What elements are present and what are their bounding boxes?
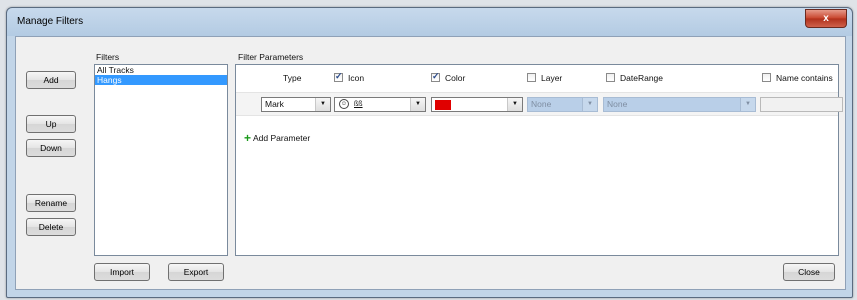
color-header: Color: [445, 73, 466, 83]
manage-filters-window: Manage Filters x Add Up Down Rename Dele…: [6, 7, 853, 298]
filter-item-all-tracks[interactable]: All Tracks: [95, 65, 227, 75]
layer-select-value: None: [531, 99, 552, 109]
chevron-down-icon[interactable]: ▼: [410, 98, 425, 111]
smiley-icon: ☺: [339, 99, 349, 109]
chevron-down-icon[interactable]: ▼: [315, 98, 330, 111]
rename-button[interactable]: Rename: [26, 194, 76, 212]
export-button[interactable]: Export: [168, 263, 224, 281]
title-bar[interactable]: Manage Filters x: [7, 8, 852, 35]
window-close-button[interactable]: x: [805, 9, 847, 28]
icon-select[interactable]: ☺ ßß ▼: [334, 97, 426, 112]
filter-parameters-label: Filter Parameters: [238, 52, 304, 62]
filters-label: Filters: [96, 52, 120, 62]
type-header: Type: [283, 73, 302, 83]
up-button[interactable]: Up: [26, 115, 76, 133]
date-range-checkbox[interactable]: [606, 73, 615, 82]
name-contains-checkbox[interactable]: [762, 73, 771, 82]
type-select[interactable]: Mark ▼: [261, 97, 331, 112]
type-select-value: Mark: [265, 99, 284, 109]
name-contains-header: Name contains: [776, 73, 833, 83]
icon-select-value: ßß: [354, 101, 363, 108]
close-button[interactable]: Close: [783, 263, 835, 281]
date-range-select-value: None: [607, 99, 628, 109]
window-title: Manage Filters: [17, 16, 84, 27]
dialog-body: Add Up Down Rename Delete Filters All Tr…: [15, 36, 846, 290]
layer-header: Layer: [541, 73, 563, 83]
delete-button[interactable]: Delete: [26, 218, 76, 236]
icon-header: Icon: [348, 73, 365, 83]
import-button[interactable]: Import: [94, 263, 150, 281]
icon-checkbox[interactable]: [334, 71, 343, 82]
plus-icon: +: [244, 131, 252, 145]
layer-checkbox[interactable]: [527, 73, 536, 82]
add-parameter-link[interactable]: + Add Parameter: [244, 131, 310, 145]
color-checkbox[interactable]: [431, 71, 440, 82]
filter-parameters-panel: Type Icon Color Layer DateRange Name con…: [235, 64, 843, 256]
name-contains-input[interactable]: [760, 97, 843, 112]
add-parameter-label: Add Parameter: [253, 133, 311, 143]
filter-item-hangs[interactable]: Hangs: [95, 75, 227, 85]
down-button[interactable]: Down: [26, 139, 76, 157]
date-range-header: DateRange: [620, 73, 664, 83]
filters-list[interactable]: All Tracks Hangs: [94, 64, 228, 256]
color-select[interactable]: ▼: [431, 97, 523, 112]
add-button[interactable]: Add: [26, 71, 76, 89]
date-range-select[interactable]: None ▼: [603, 97, 756, 112]
chevron-down-icon[interactable]: ▼: [740, 98, 755, 111]
layer-select[interactable]: None ▼: [527, 97, 598, 112]
color-swatch: [435, 100, 451, 110]
chevron-down-icon[interactable]: ▼: [582, 98, 597, 111]
chevron-down-icon[interactable]: ▼: [507, 98, 522, 111]
